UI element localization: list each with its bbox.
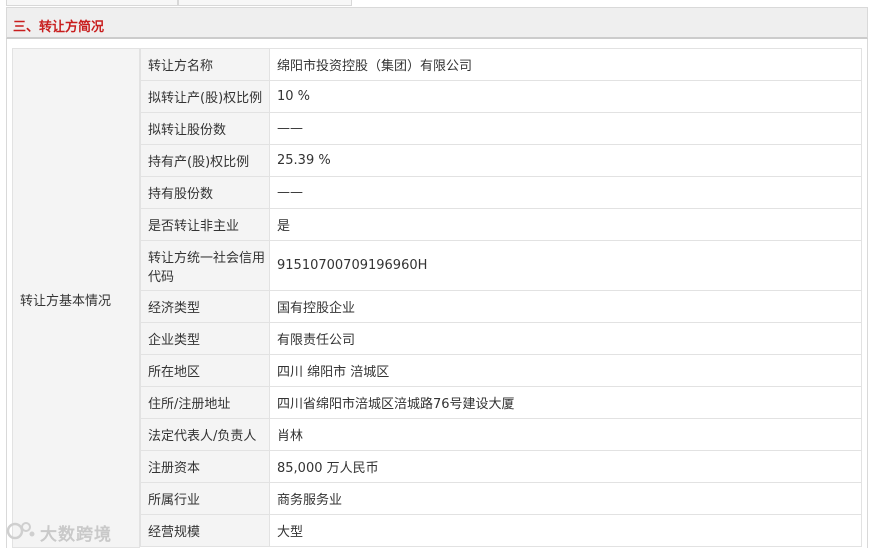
- table-row: 拟转让股份数 ——: [140, 112, 862, 145]
- row-label: 转让方名称: [140, 48, 270, 81]
- section-title: 三、转让方简况: [13, 20, 105, 35]
- row-value: 是: [269, 208, 862, 241]
- table-row: 法定代表人/负责人 肖林: [140, 418, 862, 451]
- table-row: 所属行业 商务服务业: [140, 482, 862, 515]
- row-label: 是否转让非主业: [140, 208, 270, 241]
- row-label: 经营规模: [140, 514, 270, 547]
- table-row: 注册资本 85,000 万人民币: [140, 450, 862, 483]
- row-label: 转让方统一社会信用代码: [140, 240, 270, 291]
- section-header: 三、转让方简况: [6, 7, 868, 39]
- row-value: 商务服务业: [269, 482, 862, 515]
- row-value: 肖林: [269, 418, 862, 451]
- row-label: 持有产(股)权比例: [140, 144, 270, 177]
- table-row: 所在地区 四川 绵阳市 涪城区: [140, 354, 862, 387]
- table-row: 经营规模 大型: [140, 514, 862, 547]
- row-label: 拟转让产(股)权比例: [140, 80, 270, 113]
- table-row: 住所/注册地址 四川省绵阳市涪城区涪城路76号建设大厦: [140, 386, 862, 419]
- row-label: 法定代表人/负责人: [140, 418, 270, 451]
- row-value: ——: [269, 112, 862, 145]
- row-label: 住所/注册地址: [140, 386, 270, 419]
- row-label: 注册资本: [140, 450, 270, 483]
- row-value: 10 %: [269, 80, 862, 113]
- table-row: 转让方名称 绵阳市投资控股（集团）有限公司: [140, 48, 862, 81]
- group-label-cell: 转让方基本情况: [12, 48, 140, 548]
- table-row: 企业类型 有限责任公司: [140, 322, 862, 355]
- row-label: 所属行业: [140, 482, 270, 515]
- row-value: 有限责任公司: [269, 322, 862, 355]
- row-value: 大型: [269, 514, 862, 547]
- row-label: 持有股份数: [140, 176, 270, 209]
- group-label: 转让方基本情况: [20, 294, 112, 309]
- table-row: 转让方统一社会信用代码 91510700709196960H: [140, 240, 862, 291]
- top-tab-2[interactable]: [178, 0, 352, 6]
- row-value: 四川省绵阳市涪城区涪城路76号建设大厦: [269, 386, 862, 419]
- row-value: 四川 绵阳市 涪城区: [269, 354, 862, 387]
- table-row: 经济类型 国有控股企业: [140, 290, 862, 323]
- row-value: 绵阳市投资控股（集团）有限公司: [269, 48, 862, 81]
- row-value: 85,000 万人民币: [269, 450, 862, 483]
- watermark-logo-icon: [6, 522, 35, 540]
- table-row: 拟转让产(股)权比例 10 %: [140, 80, 862, 113]
- table-row: 持有股份数 ——: [140, 176, 862, 209]
- top-tab-1[interactable]: [6, 0, 178, 6]
- table-row: 是否转让非主业 是: [140, 208, 862, 241]
- watermark: 大数跨境: [6, 516, 118, 546]
- row-value: 91510700709196960H: [269, 240, 862, 291]
- row-label: 拟转让股份数: [140, 112, 270, 145]
- row-label: 经济类型: [140, 290, 270, 323]
- table-row: 持有产(股)权比例 25.39 %: [140, 144, 862, 177]
- top-tab-strip: [0, 0, 874, 7]
- row-value: 25.39 %: [269, 144, 862, 177]
- row-value: 国有控股企业: [269, 290, 862, 323]
- row-label: 企业类型: [140, 322, 270, 355]
- transferor-info-table: 转让方名称 绵阳市投资控股（集团）有限公司 拟转让产(股)权比例 10 % 拟转…: [140, 48, 862, 547]
- row-label: 所在地区: [140, 354, 270, 387]
- watermark-text: 大数跨境: [40, 525, 112, 545]
- row-value: ——: [269, 176, 862, 209]
